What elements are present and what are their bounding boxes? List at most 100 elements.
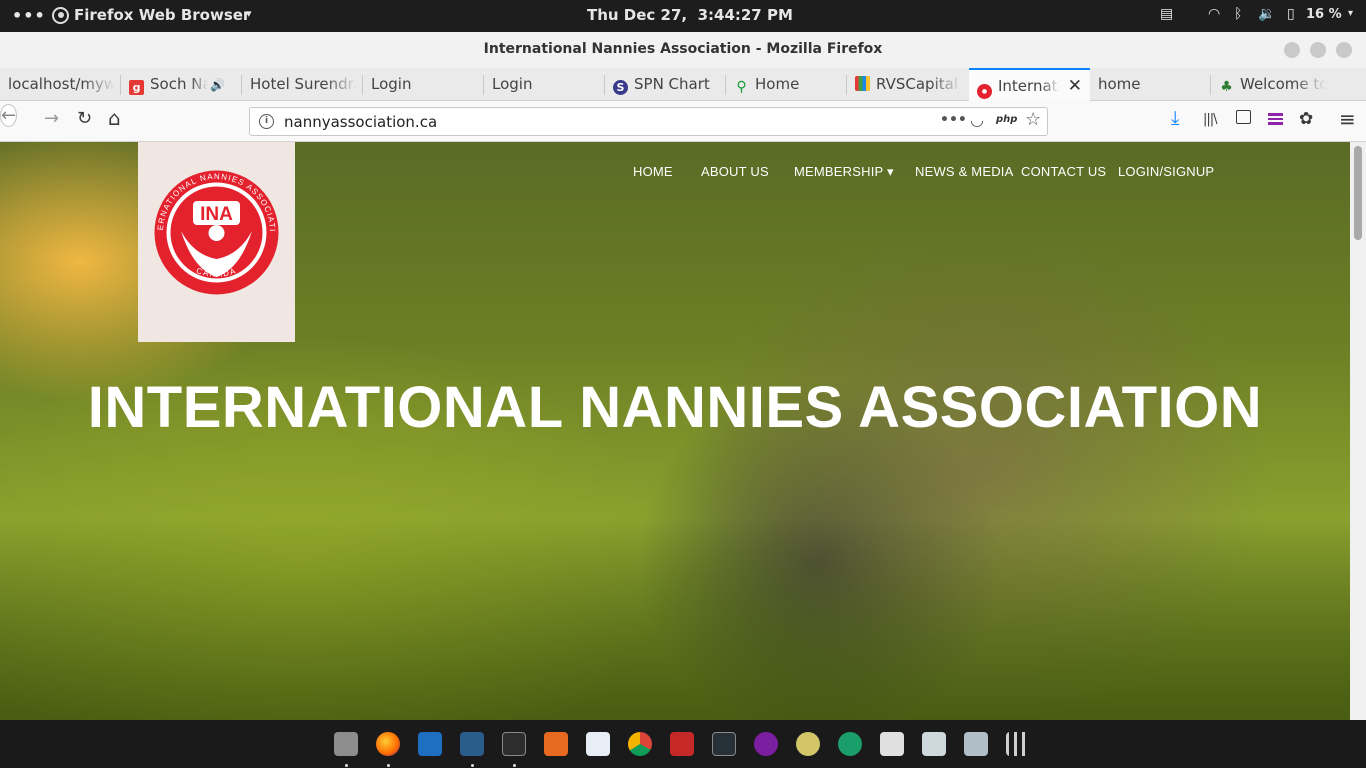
app-icon[interactable] — [754, 732, 778, 756]
battery-percentage[interactable]: 16 % — [1306, 7, 1342, 22]
taskbar-dock — [0, 720, 1366, 768]
site-main-nav: HOME ABOUT US MEMBERSHIP ▾ NEWS & MEDIA … — [0, 164, 1350, 184]
reload-button[interactable]: ↻ — [77, 108, 92, 129]
tab-welcome[interactable]: ♣ Welcome to — [1211, 68, 1332, 101]
sidebar-icon[interactable] — [1236, 110, 1251, 124]
close-window-button[interactable] — [1336, 42, 1352, 58]
g-badge-icon: g — [129, 80, 144, 95]
filezilla-icon[interactable] — [670, 732, 694, 756]
firefox-icon[interactable] — [376, 732, 400, 756]
clipboard-icon[interactable]: ▤ — [1160, 6, 1173, 22]
tab-label: SPN Chart — [634, 75, 710, 93]
tab-international-nannies[interactable]: ● Internati ✕ — [969, 68, 1090, 101]
php-extension-icon[interactable]: php — [996, 114, 1017, 125]
clock[interactable]: Thu Dec 27, 3:44:27 PM — [587, 6, 793, 24]
files-icon[interactable] — [334, 732, 358, 756]
chrome-icon[interactable] — [628, 732, 652, 756]
magnifier-icon: ⚲ — [736, 79, 747, 95]
close-tab-icon[interactable]: ✕ — [1068, 76, 1082, 96]
tab-strip: localhost/myw g Soch Na S🔊 Hotel Surendra… — [0, 68, 1366, 164]
audio-playing-icon[interactable]: 🔊 — [210, 78, 225, 92]
tab-localhost[interactable]: localhost/myw — [0, 68, 121, 101]
nav-contact-us[interactable]: CONTACT US — [1021, 164, 1106, 179]
settings-icon[interactable] — [964, 732, 988, 756]
nav-news-media[interactable]: NEWS & MEDIA — [915, 164, 1013, 179]
page-actions-icon[interactable]: ••• — [940, 112, 967, 128]
site-info-icon[interactable]: i — [259, 114, 274, 129]
url-bar[interactable]: i nannyassociation.ca ••• ◡ php ☆ — [249, 107, 1048, 136]
window-title: International Nannies Association - Mozi… — [483, 41, 883, 57]
pocket-icon[interactable]: ◡ — [970, 110, 984, 129]
ina-logo-icon[interactable]: INA INTERNATIONAL NANNIES ASSOCIATION CA… — [153, 169, 280, 296]
home-button[interactable]: ⌂ — [108, 106, 121, 130]
web-page-hero: INA INTERNATIONAL NANNIES ASSOCIATION CA… — [0, 142, 1350, 720]
document-viewer-icon[interactable] — [586, 732, 610, 756]
tab-label: Hotel Surendra — [250, 75, 357, 93]
minimize-button[interactable] — [1284, 42, 1300, 58]
tab-home-2[interactable]: home — [1090, 68, 1211, 101]
scrollbar-thumb[interactable] — [1354, 146, 1362, 240]
software-center-icon[interactable] — [544, 732, 568, 756]
tab-soch-na[interactable]: g Soch Na S🔊 — [121, 68, 242, 101]
tab-login-2[interactable]: Login — [484, 68, 605, 101]
extension-icon[interactable] — [1268, 113, 1283, 125]
tab-label: Login — [492, 75, 533, 93]
tab-label: localhost/myw — [8, 75, 115, 93]
volume-icon[interactable]: 🔉 — [1258, 6, 1275, 22]
page-scrollbar[interactable] — [1350, 142, 1366, 720]
tab-label: Login — [371, 75, 412, 93]
window-title-bar: International Nannies Association - Mozi… — [0, 32, 1366, 68]
tab-login-1[interactable]: Login — [363, 68, 484, 101]
activities-button[interactable]: ••• — [12, 6, 46, 25]
mysql-workbench-icon[interactable] — [460, 732, 484, 756]
battery-icon[interactable]: ▯ — [1287, 6, 1295, 22]
tab-spn-chart[interactable]: S SPN Chart — [605, 68, 726, 101]
forward-button[interactable]: → — [44, 108, 59, 129]
hamburger-menu-icon[interactable]: ≡ — [1339, 107, 1356, 131]
url-text[interactable]: nannyassociation.ca — [284, 113, 437, 131]
system-menu-caret-icon[interactable]: ▾ — [1348, 8, 1353, 19]
webcam-icon[interactable] — [796, 732, 820, 756]
tab-label: home — [1098, 75, 1141, 93]
system-top-bar: ••• Firefox Web Browser ▾ Thu Dec 27, 3:… — [0, 0, 1366, 32]
s-badge-icon: S — [613, 80, 628, 95]
terminal-icon[interactable] — [502, 732, 526, 756]
tab-label: RVSCapital — [876, 75, 958, 93]
tab-rvscapital[interactable]: RVSCapital — [847, 68, 968, 101]
hero-background-image — [0, 520, 1350, 720]
hero-title: INTERNATIONAL NANNIES ASSOCIATION — [87, 375, 1263, 440]
firefox-app-icon — [52, 7, 69, 24]
tab-label: Welcome to — [1240, 75, 1326, 93]
maximize-button[interactable] — [1310, 42, 1326, 58]
wifi-icon[interactable]: ◠ — [1208, 6, 1220, 22]
download-icon[interactable]: ⤓ — [1171, 107, 1179, 129]
logo-initials: INA — [200, 204, 233, 225]
nav-about-us[interactable]: ABOUT US — [701, 164, 769, 179]
ina-icon: ● — [977, 84, 992, 99]
tab-hotel-surendra[interactable]: Hotel Surendra — [242, 68, 363, 101]
app-icon[interactable] — [922, 732, 946, 756]
vscode-icon[interactable] — [418, 732, 442, 756]
tab-label: Soch Na S — [150, 75, 208, 93]
nav-home[interactable]: HOME — [633, 164, 673, 179]
navigation-toolbar: ← → ↻ ⌂ i nannyassociation.ca ••• ◡ php … — [0, 101, 1366, 142]
tab-label: Internati — [998, 77, 1060, 95]
library-icon[interactable]: |||\ — [1203, 112, 1217, 127]
app-menu-caret-icon[interactable]: ▾ — [246, 7, 252, 20]
nav-login-signup[interactable]: LOGIN/SIGNUP — [1118, 164, 1214, 179]
bookmark-star-icon[interactable]: ☆ — [1025, 109, 1041, 130]
app-icon[interactable] — [880, 732, 904, 756]
github-extension-icon[interactable]: ✿ — [1299, 109, 1313, 129]
nav-membership[interactable]: MEMBERSHIP ▾ — [794, 164, 894, 180]
bluetooth-icon[interactable]: ᛒ — [1234, 6, 1242, 22]
app-menu-label[interactable]: Firefox Web Browser — [74, 6, 250, 24]
back-button[interactable]: ← — [0, 104, 18, 127]
tree-icon: ♣ — [1220, 79, 1233, 95]
system-monitor-icon[interactable] — [712, 732, 736, 756]
logo-banner-point — [138, 292, 294, 340]
bars-icon — [855, 76, 870, 91]
tab-label: Home — [755, 75, 800, 93]
tab-home[interactable]: ⚲ Home — [726, 68, 847, 101]
app-grid-icon[interactable] — [1006, 732, 1030, 756]
app-icon[interactable] — [838, 732, 862, 756]
